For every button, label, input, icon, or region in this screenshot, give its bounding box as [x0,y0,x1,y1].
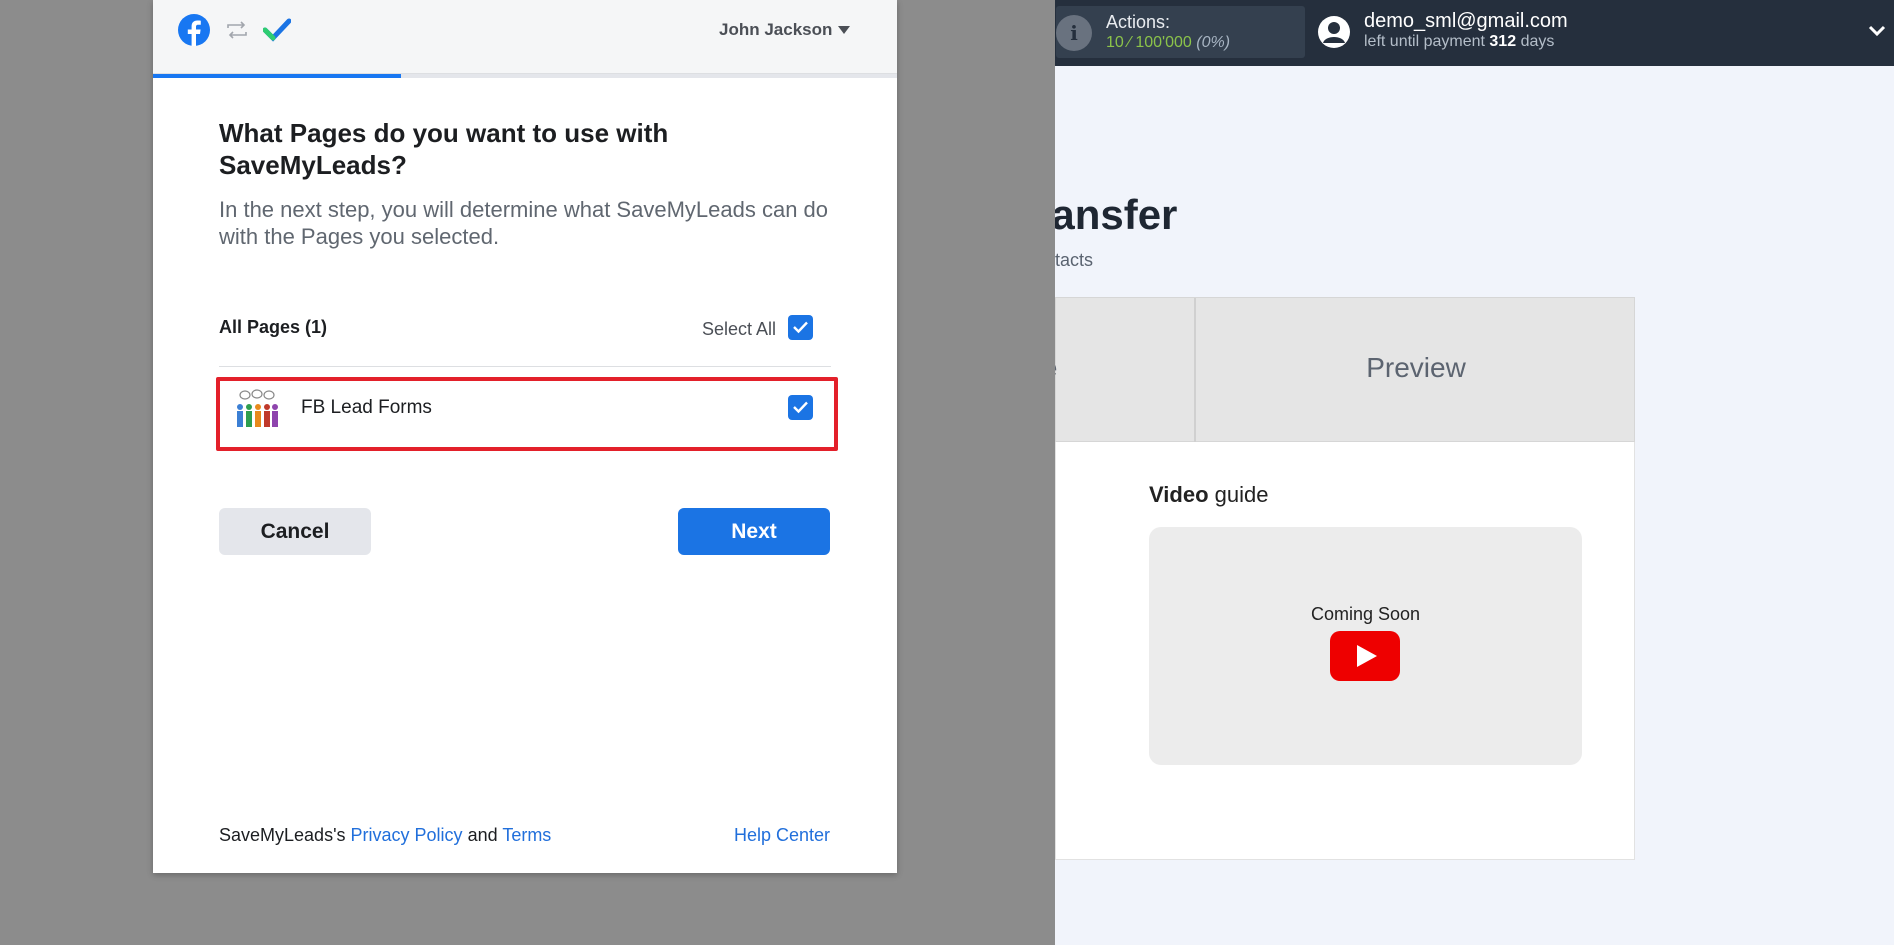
select-all-checkbox[interactable] [788,315,813,340]
video-title-rest: guide [1214,482,1269,507]
user-email[interactable]: demo_sml@gmail.com [1364,10,1568,33]
footer-prefix: SaveMyLeads's [219,825,346,845]
footer-and: and [467,825,498,845]
actions-percent: (0%) [1196,34,1231,51]
page-subtitle: ontacts [1055,250,1094,270]
privacy-policy-link[interactable]: Privacy Policy [351,825,463,845]
all-pages-label: All Pages (1) [219,317,328,337]
footer-legal: SaveMyLeads's Privacy Policy and Terms [219,825,551,846]
app-background: i Actions: 10 ⁄ 100'000 (0%) demo_sml@gm… [1055,0,1894,945]
video-player[interactable]: Coming Soon [1149,527,1582,765]
terms-link[interactable]: Terms [502,825,551,845]
progress-bar [153,74,897,78]
step-tabs: se Preview [1055,297,1636,443]
dialog-header: John Jackson [153,0,897,74]
select-all-label[interactable]: Select All [702,319,776,340]
actions-label: Actions: [1106,12,1171,32]
swap-arrows-icon [227,21,247,39]
page-checkbox[interactable] [788,395,813,420]
checkmark-logo-icon [263,18,291,42]
actions-count: 10 ⁄ 100'000 [1106,34,1192,51]
actions-value: 10 ⁄ 100'000 (0%) [1106,34,1230,52]
payment-info: left until payment 312 days [1364,33,1554,51]
cancel-button[interactable]: Cancel [219,508,371,555]
coming-soon-label: Coming Soon [1310,604,1421,624]
video-guide-title: Video guide [1149,482,1268,508]
payment-suffix: days [1520,33,1555,50]
page-name: FB Lead Forms [301,397,432,418]
progress-fill [153,74,401,78]
content-panel: Video guide Coming Soon [1055,442,1635,860]
checkmark-icon [793,401,808,414]
account-name[interactable]: John Jackson [719,20,832,40]
page-title: ransfer [1055,191,1178,238]
caret-down-icon[interactable] [837,25,851,35]
user-avatar-icon[interactable] [1317,15,1351,49]
payment-days: 312 [1489,33,1517,50]
video-title-bold: Video [1149,482,1209,507]
page-avatar-icon [234,387,280,433]
page-item[interactable]: FB Lead Forms [216,377,838,451]
actions-counter: i Actions: 10 ⁄ 100'000 (0%) [1056,6,1305,58]
facebook-icon [178,14,210,46]
dialog-description: In the next step, you will determine wha… [219,197,829,249]
tab-previous[interactable]: se [1055,352,1057,384]
info-icon[interactable]: i [1056,15,1092,51]
youtube-play-icon[interactable] [1330,631,1400,681]
facebook-pages-dialog: John Jackson What Pages do you want to u… [153,0,897,873]
tab-preview[interactable]: Preview [1196,352,1636,384]
top-bar: i Actions: 10 ⁄ 100'000 (0%) demo_sml@gm… [1055,0,1894,66]
help-center-link[interactable]: Help Center [734,825,830,846]
next-button[interactable]: Next [678,508,830,555]
chevron-down-icon[interactable] [1868,24,1886,38]
payment-prefix: left until payment [1364,33,1485,50]
divider [219,366,831,367]
dialog-title: What Pages do you want to use with SaveM… [219,118,669,180]
checkmark-icon [793,321,808,334]
